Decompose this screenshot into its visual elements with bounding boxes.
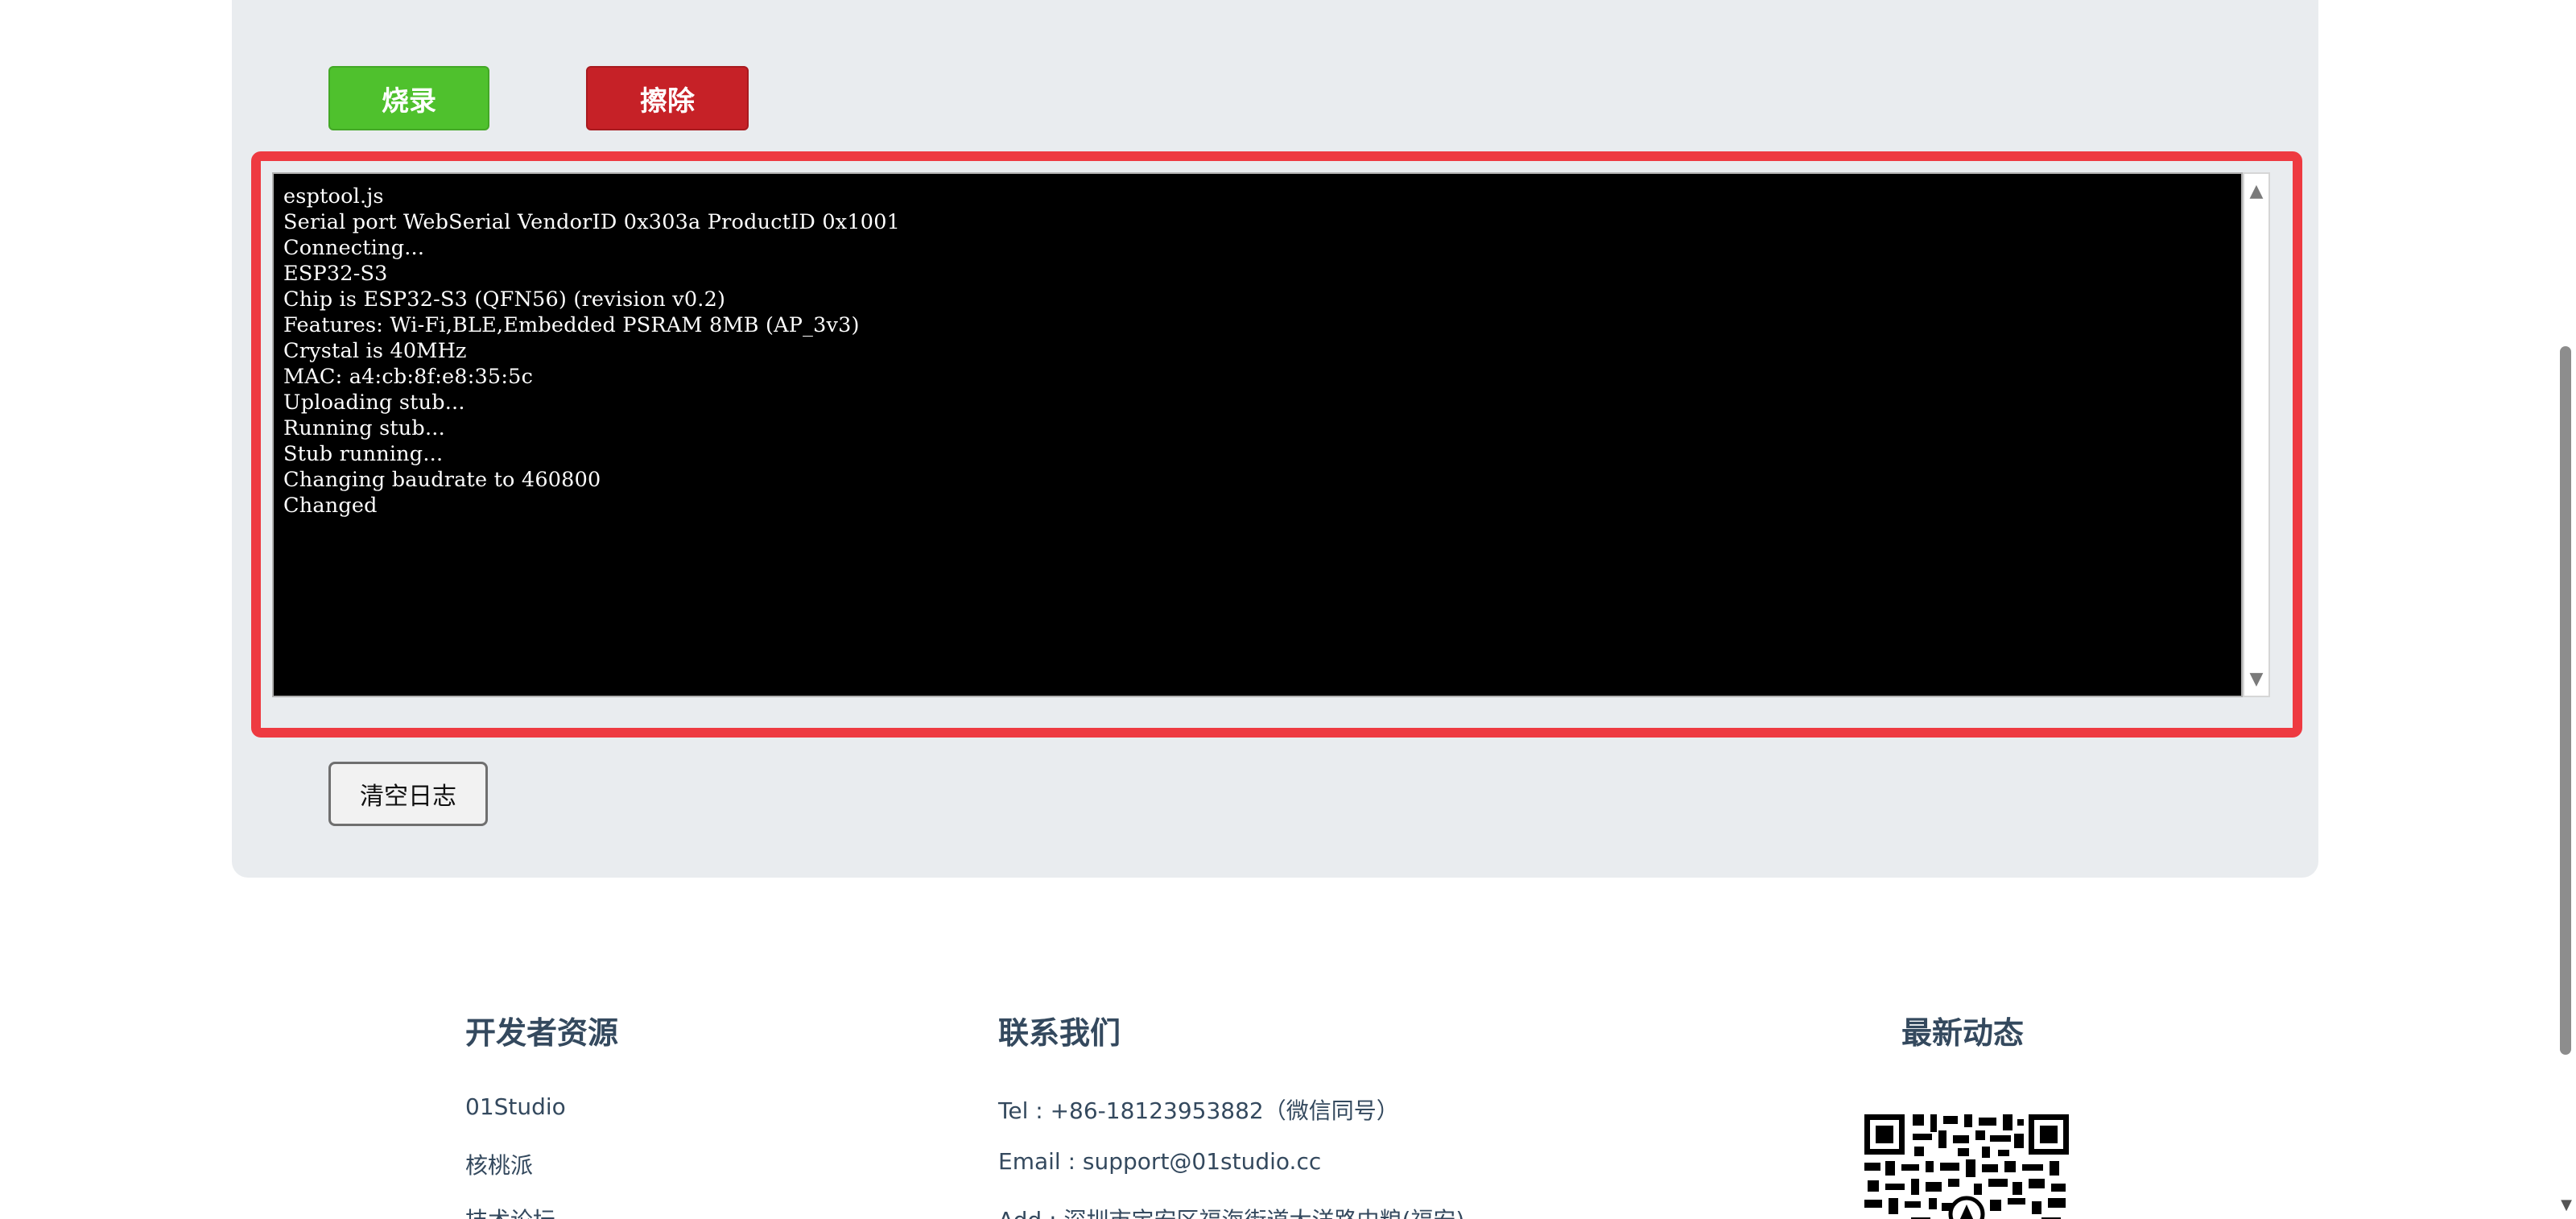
footer-link-01studio[interactable]: 01Studio bbox=[465, 1093, 566, 1120]
log-line: ESP32-S3 bbox=[283, 262, 388, 286]
scroll-up-arrow-icon[interactable]: ▲ bbox=[2244, 179, 2268, 203]
log-line: Changed bbox=[283, 494, 378, 518]
log-line: Serial port WebSerial VendorID 0x303a Pr… bbox=[283, 210, 901, 234]
footer-contact-email[interactable]: Email : support@01studio.cc bbox=[998, 1148, 1321, 1175]
page-scrollbar-thumb[interactable] bbox=[2560, 346, 2571, 1055]
burn-button[interactable]: 烧录 bbox=[328, 66, 489, 130]
footer-dev-resources-title: 开发者资源 bbox=[465, 1015, 619, 1051]
log-output[interactable]: esptool.js Serial port WebSerial VendorI… bbox=[272, 172, 2243, 697]
page: 烧录 擦除 esptool.js Serial port WebSerial V… bbox=[0, 0, 2576, 1219]
log-line: Uploading stub... bbox=[283, 390, 465, 415]
footer-news-title: 最新动态 bbox=[1901, 1015, 2025, 1051]
log-line: Changing baudrate to 460800 bbox=[283, 468, 601, 492]
footer-contact-address: Add : 深圳市宝安区福海街道大洋路中粮(福安) bbox=[998, 1203, 1464, 1219]
log-line: esptool.js bbox=[283, 184, 384, 209]
footer-link-walnutpi[interactable]: 核桃派 bbox=[465, 1148, 533, 1180]
erase-button[interactable]: 擦除 bbox=[586, 66, 749, 130]
log-scrollbar[interactable]: ▲ ▼ bbox=[2243, 172, 2270, 697]
log-line: Running stub... bbox=[283, 416, 445, 440]
log-line: Connecting... bbox=[283, 236, 425, 260]
clear-log-button[interactable]: 清空日志 bbox=[328, 762, 488, 826]
log-line: Crystal is 40MHz bbox=[283, 339, 467, 363]
qr-code-icon bbox=[1861, 1111, 2072, 1219]
footer-contact-title: 联系我们 bbox=[998, 1015, 1121, 1051]
log-line: Chip is ESP32-S3 (QFN56) (revision v0.2) bbox=[283, 287, 726, 312]
log-line: MAC: a4:cb:8f:e8:35:5c bbox=[283, 365, 534, 389]
log-line: Stub running... bbox=[283, 442, 444, 466]
page-scroll-down-arrow-icon[interactable]: ▼ bbox=[2557, 1195, 2576, 1214]
scroll-down-arrow-icon[interactable]: ▼ bbox=[2244, 667, 2268, 691]
footer-contact-tel: Tel : +86-18123953882（微信同号） bbox=[998, 1097, 1399, 1124]
footer-link-forum[interactable]: 技术论坛 bbox=[465, 1203, 555, 1219]
log-line: Features: Wi-Fi,BLE,Embedded PSRAM 8MB (… bbox=[283, 313, 860, 337]
